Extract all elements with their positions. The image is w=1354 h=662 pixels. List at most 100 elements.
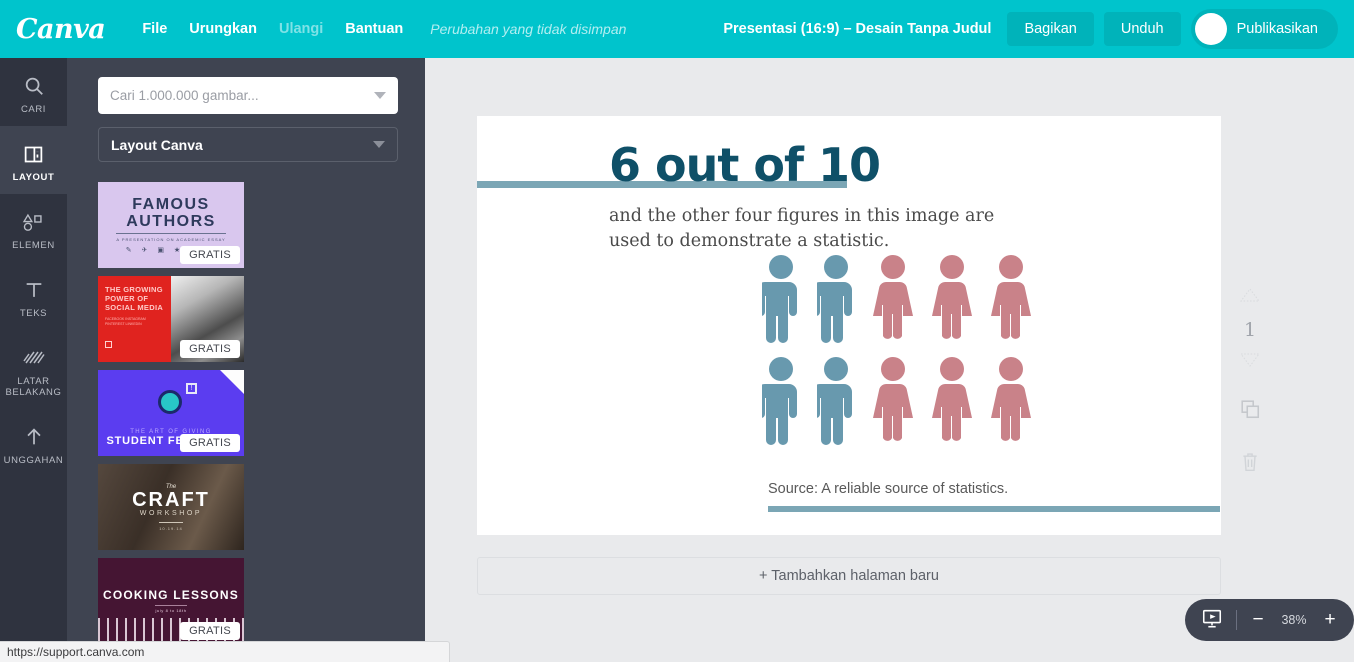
template-thumbnail-famous-authors[interactable]: FAMOUS AUTHORS A PRESENTATION ON ACADEMI… xyxy=(98,182,244,268)
thumb-square-mark xyxy=(105,341,112,348)
status-bar: https://support.canva.com xyxy=(0,641,450,662)
figure-male-icon xyxy=(762,357,797,445)
template-thumbnail-grid: FAMOUS AUTHORS A PRESENTATION ON ACADEMI… xyxy=(98,182,398,641)
search-input[interactable] xyxy=(110,88,374,103)
share-button[interactable]: Bagikan xyxy=(1007,12,1094,46)
chevron-down-icon[interactable] xyxy=(373,141,385,148)
figure-female-icon xyxy=(991,255,1031,339)
download-button[interactable]: Unduh xyxy=(1103,12,1181,46)
sidebar-item-teks[interactable]: TEKS xyxy=(0,262,67,330)
shapes-icon xyxy=(2,207,65,237)
template-thumbnail-the-craft[interactable]: The CRAFT WORKSHOP 10.19.14 xyxy=(98,464,244,550)
slide-body-text[interactable]: and the other four figures in this image… xyxy=(609,204,1039,254)
figure-male-icon xyxy=(817,255,852,343)
thumb-subtitle: WORKSHOP xyxy=(139,509,203,517)
status-bar-url: https://support.canva.com xyxy=(7,645,145,659)
layout-icon xyxy=(2,139,65,169)
sidebar-label-latar-belakang-teks: TEKS xyxy=(19,308,48,319)
free-badge: GRATIS xyxy=(180,246,240,264)
pictogram-row xyxy=(762,254,1032,347)
pictogram-chart[interactable] xyxy=(762,254,1032,449)
duplicate-icon[interactable] xyxy=(1239,398,1261,425)
publish-label: Publikasikan xyxy=(1236,21,1318,37)
template-thumbnail-social-media[interactable]: THE GROWING POWER OF SOCIAL MEDIA FACEBO… xyxy=(98,276,244,362)
top-toolbar-right: Presentasi (16:9) – Desain Tanpa Judul B… xyxy=(723,9,1354,49)
add-new-page-label: + Tambahkan halaman baru xyxy=(759,568,939,584)
zoom-out-button[interactable]: − xyxy=(1250,610,1266,629)
thumb-title: THE GROWING POWER OF SOCIAL MEDIA xyxy=(105,285,164,312)
source-underline-rule xyxy=(768,506,1220,512)
figure-male-icon xyxy=(762,255,797,343)
layout-panel: Layout Canva FAMOUS AUTHORS A PRESENTATI… xyxy=(67,58,425,641)
figure-female-icon xyxy=(873,357,913,441)
trash-icon[interactable] xyxy=(1240,451,1260,478)
template-thumbnail-cooking-lessons[interactable]: COOKING LESSONS july 8 to 18th GRATIS xyxy=(98,558,244,641)
canva-logo[interactable]: Canva xyxy=(16,16,106,43)
page-number: 1 xyxy=(1243,319,1257,341)
zoom-in-button[interactable]: + xyxy=(1322,610,1338,629)
slide-source-text[interactable]: Source: A reliable source of statistics. xyxy=(768,481,1008,497)
sidebar-item-cari[interactable]: CARI xyxy=(0,58,67,126)
chevron-up-icon[interactable] xyxy=(1240,288,1260,307)
upload-arrow-icon xyxy=(2,422,65,452)
canvas-workspace: 6 out of 10 and the other four figures i… xyxy=(425,58,1354,641)
figure-female-icon xyxy=(991,357,1031,441)
thumb-title: COOKING LESSONS xyxy=(102,588,239,602)
search-icon xyxy=(2,71,65,101)
sidebar-item-unggahan[interactable]: UNGGAHAN xyxy=(0,409,67,477)
text-icon xyxy=(2,275,65,305)
document-title[interactable]: Presentasi (16:9) – Desain Tanpa Judul xyxy=(723,21,991,37)
figure-female-icon xyxy=(932,357,972,441)
slide-heading[interactable]: 6 out of 10 xyxy=(609,141,881,189)
chevron-down-icon[interactable] xyxy=(1240,353,1260,372)
menu-undo[interactable]: Urungkan xyxy=(178,15,268,43)
publish-button[interactable]: Publikasikan xyxy=(1190,9,1338,49)
figure-female-icon xyxy=(873,255,913,339)
add-new-page-button[interactable]: + Tambahkan halaman baru xyxy=(477,557,1221,595)
figure-female-icon xyxy=(932,255,972,339)
hatch-icon xyxy=(2,343,65,373)
presentation-icon[interactable] xyxy=(1201,607,1223,634)
sidebar-label-latar-belakang: LATAR BELAKANG xyxy=(5,376,62,398)
speech-bubble-icon: ! xyxy=(186,383,197,394)
sidebar-item-elemen[interactable]: ELEMEN xyxy=(0,194,67,262)
free-badge: GRATIS xyxy=(180,434,240,452)
face-icon xyxy=(158,390,182,414)
thumb-subtitle: A PRESENTATION ON ACADEMIC ESSAY xyxy=(116,233,226,242)
menu-file[interactable]: File xyxy=(131,15,178,43)
page-controls: 1 xyxy=(1225,288,1275,478)
canva-editor-window: Canva File Urungkan Ulangi Bantuan Perub… xyxy=(0,0,1354,662)
sidebar-label-layout: LAYOUT xyxy=(12,172,55,183)
avatar xyxy=(1194,13,1227,45)
page-fold-decoration xyxy=(220,370,244,394)
layout-category-value: Layout Canva xyxy=(111,136,203,153)
slide-canvas[interactable]: 6 out of 10 and the other four figures i… xyxy=(477,116,1221,535)
chevron-down-icon[interactable] xyxy=(374,92,386,99)
free-badge: GRATIS xyxy=(180,622,240,640)
sidebar-label-cari: CARI xyxy=(20,104,47,115)
thumb-subtitle: FACEBOOK INSTAGRAM PINTEREST LINKEDIN xyxy=(105,317,146,326)
figure-male-icon xyxy=(817,357,852,445)
search-box[interactable] xyxy=(98,77,398,114)
sidebar-item-layout[interactable]: LAYOUT xyxy=(0,126,67,194)
thumb-title: FAMOUS AUTHORS xyxy=(126,196,216,230)
menu-redo[interactable]: Ulangi xyxy=(268,15,334,43)
thumb-subtitle: july 8 to 18th xyxy=(155,605,187,613)
sidebar-label-unggahan: UNGGAHAN xyxy=(3,455,64,466)
thumb-title: CRAFT xyxy=(132,488,210,511)
free-badge: GRATIS xyxy=(180,340,240,358)
template-thumbnail-student-feedback[interactable]: ! THE ART OF GIVING STUDENT FEEDBACK GRA… xyxy=(98,370,244,456)
sidebar-item-latar-belakang[interactable]: LATAR BELAKANG xyxy=(0,330,67,409)
layout-category-select[interactable]: Layout Canva xyxy=(98,127,398,162)
unsaved-changes-status: Perubahan yang tidak disimpan xyxy=(430,21,627,37)
thumb-left-block: THE GROWING POWER OF SOCIAL MEDIA FACEBO… xyxy=(98,276,171,362)
divider xyxy=(1236,610,1237,630)
left-icon-rail: CARI LAYOUT ELEMEN TEKS LATAR BELAKANG U… xyxy=(0,58,67,641)
zoom-toolbar: − 38% + xyxy=(1185,599,1354,641)
menu-help[interactable]: Bantuan xyxy=(334,15,414,43)
pictogram-row xyxy=(762,356,1032,449)
zoom-level: 38% xyxy=(1281,613,1307,627)
sidebar-label-elemen: ELEMEN xyxy=(12,240,55,251)
thumb-date: 10.19.14 xyxy=(159,521,183,531)
top-toolbar: Canva File Urungkan Ulangi Bantuan Perub… xyxy=(0,0,1354,58)
